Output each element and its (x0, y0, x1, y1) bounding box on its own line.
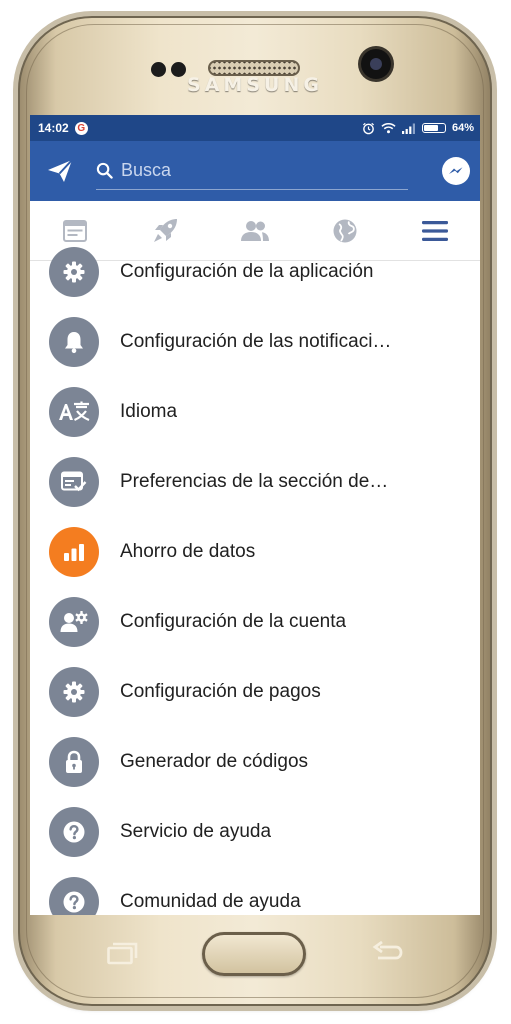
data-saver-icon (49, 527, 99, 577)
account-settings-icon (49, 597, 99, 647)
status-icons: 64% (362, 122, 474, 135)
signal-icon (401, 123, 415, 134)
menu-item-label: Configuración de pagos (120, 681, 321, 702)
wifi-icon (381, 123, 396, 134)
search-input[interactable] (121, 160, 381, 181)
google-icon: G (74, 121, 88, 135)
menu-item-label: Configuración de la cuenta (120, 611, 347, 632)
menu-item-data-saver[interactable]: Ahorro de datos (30, 517, 480, 587)
menu-item-feed-preferences[interactable]: Preferencias de la sección de… (30, 447, 480, 517)
menu-item-app-settings[interactable]: Configuración de la aplicación (30, 237, 480, 307)
help-icon (49, 807, 99, 857)
back-icon[interactable] (370, 939, 404, 965)
battery-percent: 64% (451, 122, 474, 134)
menu-item-label: Preferencias de la sección de… (120, 471, 389, 492)
help-icon (49, 877, 99, 915)
search-field[interactable] (96, 152, 408, 190)
gear-icon (49, 247, 99, 297)
menu-item-label: Generador de códigos (120, 751, 309, 772)
search-header (30, 141, 480, 201)
feed-preferences-icon (49, 457, 99, 507)
settings-menu-list: Configuración de la aplicación Configura… (30, 247, 480, 915)
menu-item-language[interactable]: Idioma (30, 377, 480, 447)
menu-item-label: Configuración de las notificaci… (120, 331, 392, 352)
status-bar: 14:02 G 64% (30, 115, 480, 141)
menu-item-payment-settings[interactable]: Configuración de pagos (30, 657, 480, 727)
menu-item-label: Comunidad de ayuda (120, 891, 301, 912)
home-button[interactable] (202, 932, 306, 976)
menu-item-label: Servicio de ayuda (120, 821, 272, 842)
bell-icon (49, 317, 99, 367)
alarm-icon (362, 122, 374, 134)
menu-item-label: Ahorro de datos (120, 541, 256, 562)
menu-item-help-community[interactable]: Comunidad de ayuda (30, 867, 480, 915)
search-icon (96, 162, 113, 179)
menu-item-notification-settings[interactable]: Configuración de las notificaci… (30, 307, 480, 377)
menu-item-label: Configuración de la aplicación (120, 261, 374, 282)
hardware-nav-bar (30, 915, 480, 985)
recent-apps-icon[interactable] (106, 941, 138, 965)
phone-screen: 14:02 G 64% Busca Configuración de la ap… (30, 115, 480, 915)
menu-item-help-center[interactable]: Servicio de ayuda (30, 797, 480, 867)
send-icon[interactable] (46, 158, 74, 184)
gear-icon (49, 667, 99, 717)
translate-icon (49, 387, 99, 437)
menu-item-account-settings[interactable]: Configuración de la cuenta (30, 587, 480, 657)
battery-icon (421, 123, 446, 133)
status-time: 14:02 (38, 121, 69, 135)
menu-item-code-generator[interactable]: Generador de códigos (30, 727, 480, 797)
device-brand: SAMSUNG (187, 74, 323, 96)
lock-icon (49, 737, 99, 787)
messenger-icon[interactable] (442, 157, 470, 185)
menu-item-label: Idioma (120, 401, 178, 422)
